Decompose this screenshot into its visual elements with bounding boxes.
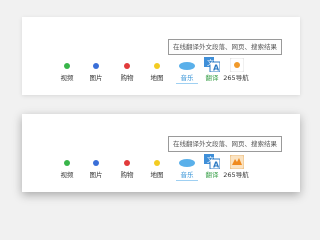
site-icon [230, 58, 244, 72]
shopping-dot-icon [124, 160, 130, 166]
svg-text:A: A [213, 161, 220, 170]
music-oval-icon [179, 62, 195, 70]
nav-item-label: 音乐 [176, 171, 198, 181]
nav-item-label: 音乐 [176, 74, 198, 84]
maps-dot-icon [154, 63, 160, 69]
nav-item-label: 图片 [89, 171, 103, 179]
translate-icon: 文 A [204, 57, 220, 72]
music-oval-icon [179, 159, 195, 167]
nav-panel-top: 在线翻译外文段落、网页、搜索结果 视频 图片 购物 地图 音乐 文 A 翻译 2… [22, 17, 300, 95]
maps-dot-icon [154, 160, 160, 166]
nav-bar: 视频 图片 购物 地图 音乐 文 A 翻译 265导航 [22, 114, 300, 192]
nav-item-label: 购物 [120, 171, 134, 179]
images-dot-icon [93, 63, 99, 69]
nav-panel-bottom: 在线翻译外文段落、网页、搜索结果 视频 图片 购物 地图 音乐 文 A 翻译 2… [22, 114, 300, 192]
shopping-dot-icon [124, 63, 130, 69]
svg-text:A: A [213, 64, 220, 73]
nav-item-label: 购物 [120, 74, 134, 82]
site-icon [230, 155, 244, 169]
nav-item-label: 视频 [60, 74, 74, 82]
video-dot-icon [64, 160, 70, 166]
nav-item-label: 265导航 [223, 74, 249, 82]
video-dot-icon [64, 63, 70, 69]
nav-bar: 视频 图片 购物 地图 音乐 文 A 翻译 265导航 [22, 17, 300, 95]
nav-item-label: 265导航 [223, 171, 249, 179]
nav-item-label: 图片 [89, 74, 103, 82]
images-dot-icon [93, 160, 99, 166]
nav-item-label: 视频 [60, 171, 74, 179]
nav-item-label: 地图 [150, 171, 164, 179]
nav-item-label: 地图 [150, 74, 164, 82]
translate-icon: 文 A [204, 154, 220, 169]
